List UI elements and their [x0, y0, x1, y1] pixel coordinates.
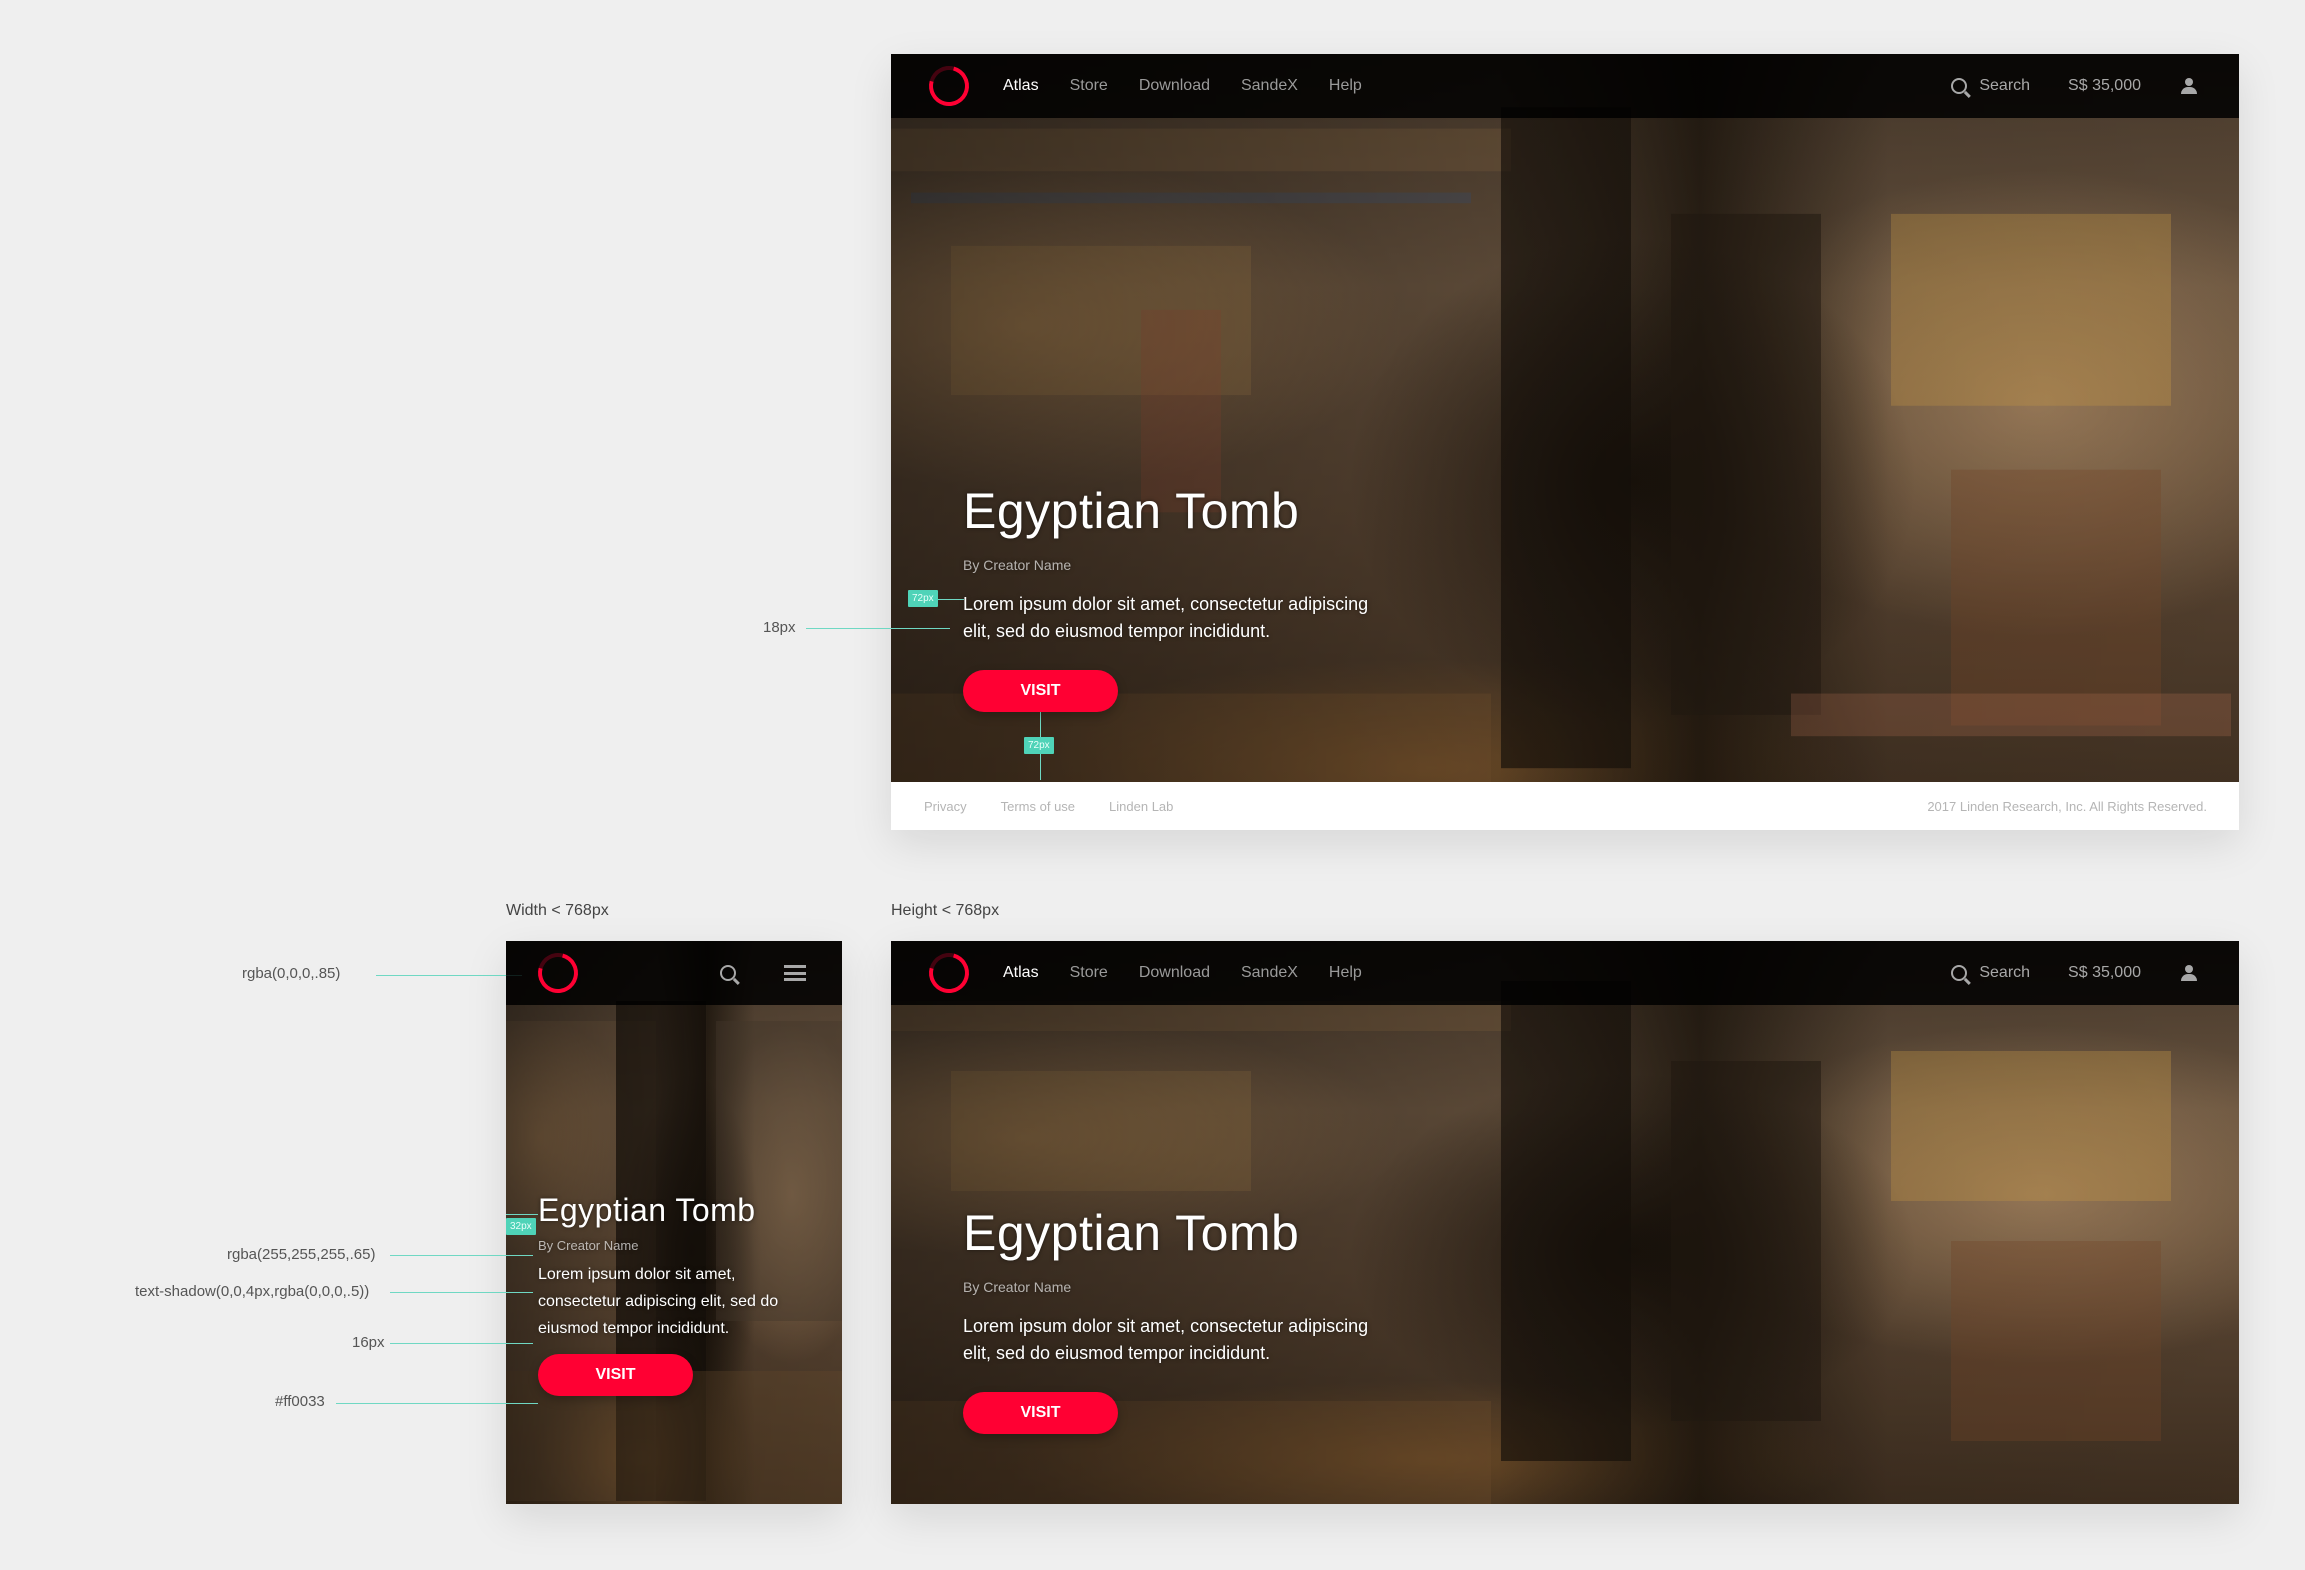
search-icon[interactable] — [720, 965, 736, 981]
footer: Privacy Terms of use Linden Lab 2017 Lin… — [891, 782, 2239, 830]
annotation-line — [390, 1343, 533, 1344]
hero-description: Lorem ipsum dolor sit amet, consectetur … — [538, 1266, 779, 1338]
annotation-line — [390, 1292, 533, 1293]
hero-title: Egyptian Tomb — [538, 1192, 756, 1228]
annotation-line — [336, 1403, 538, 1404]
logo-ring-icon[interactable] — [921, 945, 977, 1001]
search-icon[interactable] — [1951, 78, 1968, 94]
top-nav-bar: Atlas Store Download SandeX Help Search … — [891, 54, 2239, 118]
nav-item-download[interactable]: Download — [1139, 77, 1210, 95]
width-breakpoint-label: Width < 768px — [506, 902, 609, 919]
visit-button[interactable]: VISIT — [538, 1354, 693, 1397]
annotation-72px-bottom: 72px — [1024, 737, 1054, 754]
desktop-mockup: Atlas Store Download SandeX Help Search … — [891, 54, 2239, 830]
nav-item-store[interactable]: Store — [1070, 964, 1108, 982]
nav-item-help[interactable]: Help — [1329, 964, 1362, 982]
annotation-line — [390, 1255, 533, 1256]
hero-description: Lorem ipsum dolor sit amet, consectetur … — [963, 1316, 1369, 1363]
footer-link-terms[interactable]: Terms of use — [1001, 799, 1075, 814]
balance-display[interactable]: S$ 35,000 — [2068, 964, 2141, 982]
search-button[interactable]: Search — [1979, 77, 2030, 95]
hero-creator[interactable]: By Creator Name — [963, 557, 1383, 573]
hero-background — [891, 54, 2239, 830]
visit-button[interactable]: VISIT — [963, 670, 1118, 712]
annotation-72px-left: 72px — [908, 590, 938, 607]
nav-item-download[interactable]: Download — [1139, 964, 1210, 982]
annotation-creator-color: rgba(255,255,255,.65) — [227, 1246, 376, 1263]
nav-item-sandex[interactable]: SandeX — [1241, 77, 1298, 95]
visit-button[interactable]: VISIT — [963, 1392, 1118, 1434]
nav-tools: Search S$ 35,000 — [1951, 77, 2239, 95]
hero-title: Egyptian Tomb — [963, 483, 1300, 539]
annotation-button-color: #ff0033 — [275, 1393, 325, 1410]
main-nav: Atlas Store Download SandeX Help — [1003, 77, 1393, 95]
nav-tools: Search S$ 35,000 — [1951, 964, 2239, 982]
logo-ring-icon[interactable] — [921, 58, 977, 114]
user-icon[interactable] — [2181, 78, 2197, 94]
top-nav-bar — [506, 941, 842, 1005]
main-nav: Atlas Store Download SandeX Help — [1003, 964, 1393, 982]
hero-content: Egyptian Tomb By Creator Name Lorem ipsu… — [963, 1206, 1383, 1434]
nav-item-atlas[interactable]: Atlas — [1003, 77, 1039, 95]
annotation-18px: 18px — [763, 619, 796, 636]
annotation-16px: 16px — [352, 1334, 385, 1351]
footer-link-linden-lab[interactable]: Linden Lab — [1109, 799, 1173, 814]
nav-item-atlas[interactable]: Atlas — [1003, 964, 1039, 982]
search-icon[interactable] — [1951, 965, 1968, 981]
balance-display[interactable]: S$ 35,000 — [2068, 77, 2141, 95]
nav-item-sandex[interactable]: SandeX — [1241, 964, 1298, 982]
hero-description: Lorem ipsum dolor sit amet, consectetur … — [963, 594, 1369, 641]
annotation-line — [376, 975, 522, 976]
hero-shade — [891, 54, 2239, 830]
hero-content: Egyptian Tomb By Creator Name Lorem ipsu… — [538, 1192, 793, 1397]
annotation-line — [506, 1214, 538, 1215]
mobile-nav-tools — [720, 965, 842, 981]
annotation-bar-color: rgba(0,0,0,.85) — [242, 965, 341, 982]
annotation-32px: 32px — [506, 1218, 536, 1235]
hero-creator[interactable]: By Creator Name — [538, 1238, 793, 1253]
logo-ring-icon[interactable] — [530, 945, 586, 1001]
annotation-line — [806, 628, 950, 629]
height-breakpoint-label: Height < 768px — [891, 902, 1000, 919]
search-button[interactable]: Search — [1979, 964, 2030, 982]
short-height-mockup: Atlas Store Download SandeX Help Search … — [891, 941, 2239, 1504]
hamburger-menu-icon[interactable] — [784, 965, 806, 981]
footer-copyright: 2017 Linden Research, Inc. All Rights Re… — [1927, 798, 2207, 814]
top-nav-bar: Atlas Store Download SandeX Help Search … — [891, 941, 2239, 1005]
nav-item-store[interactable]: Store — [1070, 77, 1108, 95]
footer-link-privacy[interactable]: Privacy — [924, 799, 967, 814]
mobile-mockup: Egyptian Tomb By Creator Name Lorem ipsu… — [506, 941, 842, 1504]
hero-title: Egyptian Tomb — [963, 1205, 1300, 1261]
hero-creator[interactable]: By Creator Name — [963, 1279, 1383, 1295]
nav-item-help[interactable]: Help — [1329, 77, 1362, 95]
annotation-text-shadow: text-shadow(0,0,4px,rgba(0,0,0,.5)) — [135, 1283, 370, 1300]
user-icon[interactable] — [2181, 965, 2197, 981]
hero-content: Egyptian Tomb By Creator Name Lorem ipsu… — [963, 484, 1383, 712]
